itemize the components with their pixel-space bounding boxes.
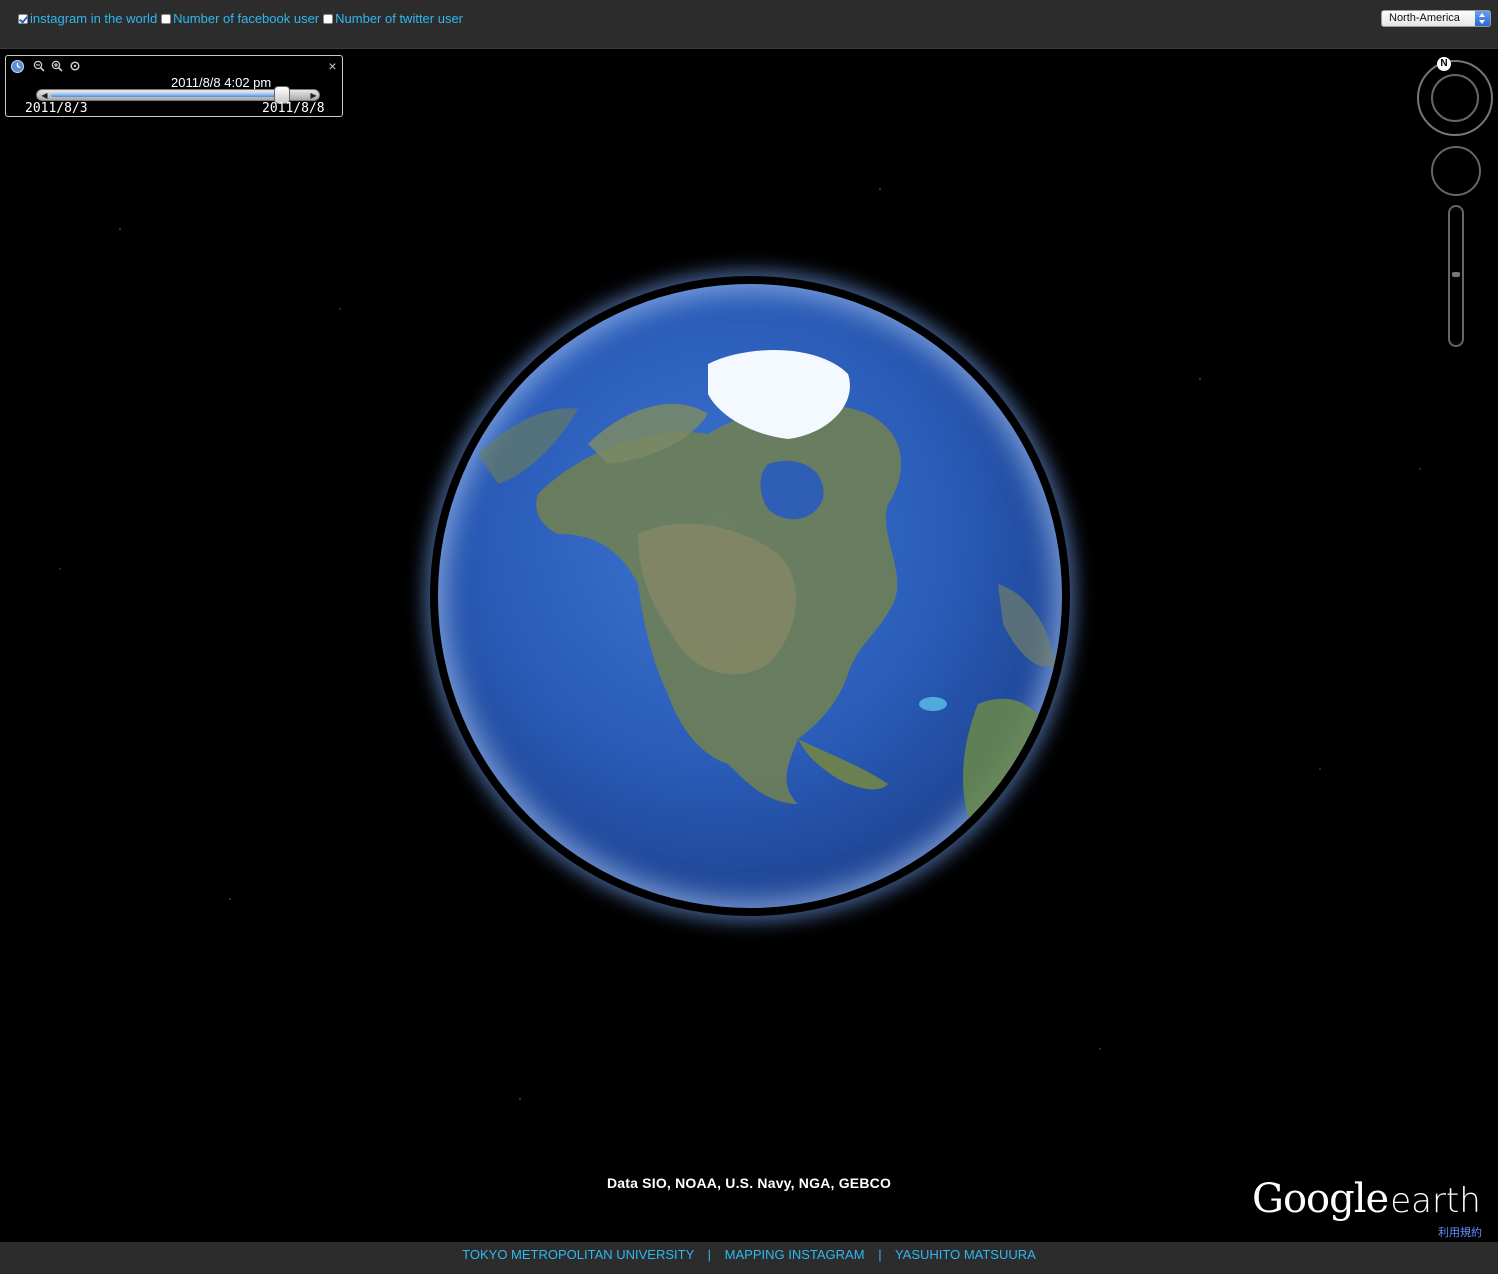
footer: TOKYO METROPOLITAN UNIVERSITY | MAPPING … xyxy=(0,1242,1498,1274)
time-range-start: 2011/8/3 xyxy=(25,101,88,116)
layer-instagram[interactable]: instagram in the world xyxy=(18,11,157,26)
footer-separator: | xyxy=(707,1247,712,1262)
footer-link-author[interactable]: YASUHITO MATSUURA xyxy=(895,1247,1036,1262)
footer-link-university[interactable]: TOKYO METROPOLITAN UNIVERSITY xyxy=(462,1247,694,1262)
terms-link[interactable]: 利用規約 xyxy=(1438,1224,1482,1240)
time-slider-track[interactable]: ◀ ▶ xyxy=(36,86,320,104)
zoom-in-glyph xyxy=(51,60,63,72)
zoom-in-time-icon[interactable] xyxy=(50,60,63,73)
zoom-out-glyph xyxy=(33,60,45,72)
layer-toggles: instagram in the world Number of faceboo… xyxy=(18,11,467,26)
close-icon[interactable]: × xyxy=(326,59,339,73)
google-earth-logo: Googleearth xyxy=(1252,1176,1481,1222)
north-indicator[interactable]: N xyxy=(1437,57,1451,71)
layer-facebook[interactable]: Number of facebook user xyxy=(161,11,319,26)
footer-link-mapping-instagram[interactable]: MAPPING INSTAGRAM xyxy=(725,1247,865,1262)
look-joystick[interactable] xyxy=(1431,74,1479,122)
facebook-checkbox[interactable] xyxy=(161,13,172,24)
look-control[interactable] xyxy=(1417,60,1493,136)
instagram-label: instagram in the world xyxy=(30,11,158,26)
twitter-checkbox[interactable] xyxy=(323,13,334,24)
time-slider-fill xyxy=(51,93,282,97)
zoom-slider-thumb[interactable] xyxy=(1452,272,1460,277)
clock-glyph xyxy=(16,63,21,69)
twitter-label: Number of twitter user xyxy=(335,11,464,26)
logo-google-text: Google xyxy=(1252,1176,1389,1222)
settings-time-icon[interactable] xyxy=(68,60,81,73)
layer-twitter[interactable]: Number of twitter user xyxy=(323,11,463,26)
step-forward-icon[interactable]: ▶ xyxy=(309,91,318,100)
time-slider-widget: × 2011/8/8 4:02 pm ◀ ▶ 2011/8/3 2011/8/8 xyxy=(5,55,343,117)
footer-separator: | xyxy=(878,1247,882,1262)
step-back-icon[interactable]: ◀ xyxy=(40,91,49,100)
clock-icon[interactable] xyxy=(11,60,24,73)
region-select[interactable]: North-America xyxy=(1381,10,1491,27)
select-arrows-icon xyxy=(1475,11,1490,26)
zoom-out-time-icon[interactable] xyxy=(32,60,45,73)
continents-graphic xyxy=(478,350,1062,852)
logo-earth-text: earth xyxy=(1390,1181,1481,1221)
facebook-label: Number of facebook user xyxy=(173,11,320,26)
region-select-value: North-America xyxy=(1389,12,1460,24)
move-control[interactable] xyxy=(1431,146,1481,196)
current-time-label: 2011/8/8 4:02 pm xyxy=(171,75,272,90)
time-range-end: 2011/8/8 xyxy=(262,101,325,116)
top-toolbar: instagram in the world Number of faceboo… xyxy=(0,0,1498,49)
earth-globe[interactable] xyxy=(438,284,1062,908)
settings-glyph xyxy=(69,61,80,71)
instagram-checkbox[interactable] xyxy=(18,13,28,24)
